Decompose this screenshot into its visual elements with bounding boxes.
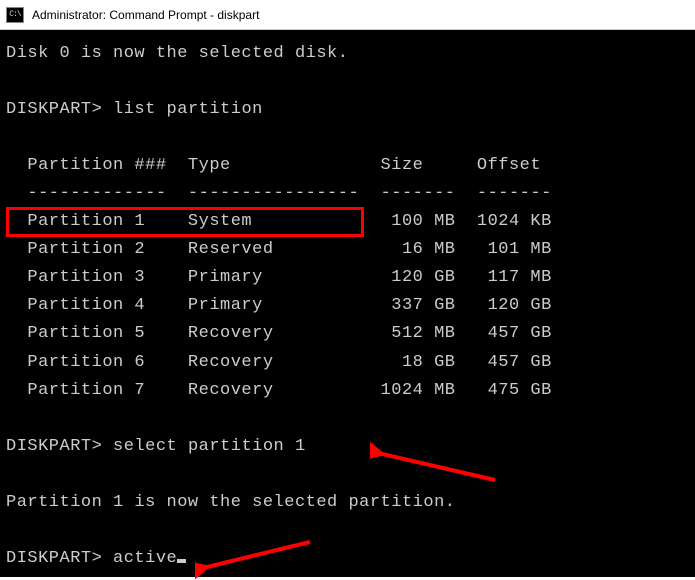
blank-line xyxy=(6,517,689,545)
diskpart-prompt: DISKPART> xyxy=(6,549,102,568)
prompt-line-3: DISKPART> active xyxy=(6,545,689,573)
table-row: Partition 6 Recovery 18 GB 457 GB xyxy=(6,349,689,377)
command-active: active xyxy=(113,549,177,568)
command-select-partition: select partition 1 xyxy=(113,437,306,456)
prompt-line-1: DISKPART> list partition xyxy=(6,96,689,124)
output-partition-selected: Partition 1 is now the selected partitio… xyxy=(6,489,689,517)
titlebar[interactable]: C:\ Administrator: Command Prompt - disk… xyxy=(0,0,695,30)
output-disk-selected: Disk 0 is now the selected disk. xyxy=(6,40,689,68)
table-row: Partition 1 System 100 MB 1024 KB xyxy=(6,208,689,236)
diskpart-prompt: DISKPART> xyxy=(6,100,102,119)
blank-line xyxy=(6,124,689,152)
text-cursor xyxy=(177,559,186,563)
blank-line xyxy=(6,461,689,489)
diskpart-prompt: DISKPART> xyxy=(6,437,102,456)
blank-line xyxy=(6,405,689,433)
cmd-icon: C:\ xyxy=(6,7,24,23)
command-list-partition: list partition xyxy=(113,100,263,119)
table-row: Partition 2 Reserved 16 MB 101 MB xyxy=(6,236,689,264)
table-row: Partition 4 Primary 337 GB 120 GB xyxy=(6,292,689,320)
table-separator: ------------- ---------------- ------- -… xyxy=(6,180,689,208)
table-row: Partition 7 Recovery 1024 MB 475 GB xyxy=(6,377,689,405)
table-row: Partition 3 Primary 120 GB 117 MB xyxy=(6,264,689,292)
table-row: Partition 5 Recovery 512 MB 457 GB xyxy=(6,320,689,348)
window-title: Administrator: Command Prompt - diskpart xyxy=(32,8,259,22)
table-header: Partition ### Type Size Offset xyxy=(6,152,689,180)
terminal-area[interactable]: Disk 0 is now the selected disk. DISKPAR… xyxy=(0,30,695,577)
blank-line xyxy=(6,68,689,96)
prompt-line-2: DISKPART> select partition 1 xyxy=(6,433,689,461)
